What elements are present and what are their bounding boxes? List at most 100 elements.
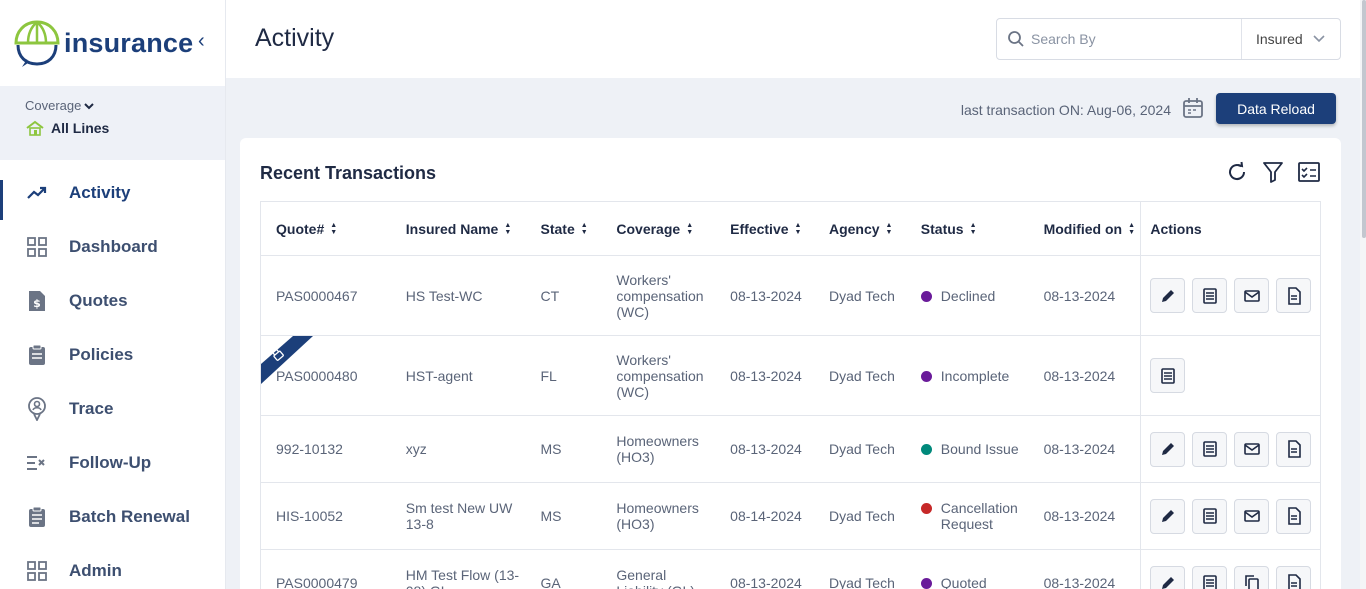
quote-number[interactable]: HIS-10052 xyxy=(261,483,391,549)
document-button[interactable] xyxy=(1276,498,1312,534)
sort-icon[interactable]: ▲ ▼ xyxy=(686,222,693,236)
status: Bound Issue xyxy=(906,416,1029,482)
refresh-icon[interactable] xyxy=(1225,160,1249,184)
sidebar-item-batch-renewal[interactable]: Batch Renewal xyxy=(0,490,225,544)
details-button[interactable] xyxy=(1192,565,1228,589)
coverage-value: All Lines xyxy=(25,120,225,136)
mail-icon xyxy=(1244,510,1260,522)
sidebar-item-admin[interactable]: Admin xyxy=(0,544,225,589)
table-header-row: Quote# ▲ ▼ Insured Name ▲ ▼ State ▲ ▼ Coverage… xyxy=(261,202,1320,256)
agency: Dyad Tech xyxy=(828,508,895,524)
sidebar-item-quotes[interactable]: $ Quotes xyxy=(0,274,225,328)
logo[interactable]: insurance xyxy=(0,0,225,86)
data-reload-button[interactable]: Data Reload xyxy=(1216,93,1336,124)
quote-number[interactable]: PAS0000467 xyxy=(261,256,391,335)
column-header-status[interactable]: Status ▲ ▼ xyxy=(906,202,1029,255)
sidebar-item-trace[interactable]: Trace xyxy=(0,382,225,436)
quote-number[interactable]: PAS0000479 xyxy=(261,550,391,589)
list-icon xyxy=(1203,508,1217,524)
details-button[interactable] xyxy=(1192,431,1228,467)
status-dot xyxy=(920,444,932,455)
status-text: Bound Issue xyxy=(940,441,1019,457)
search-input[interactable] xyxy=(1031,31,1231,47)
quote-number[interactable]: 992-10132 xyxy=(261,416,391,482)
state: CT xyxy=(540,287,560,304)
table-row[interactable]: 992-10132 xyz MS Homeowners (HO3) 08-13-… xyxy=(261,416,1320,483)
details-button[interactable] xyxy=(1192,278,1228,313)
column-header-actions: Actions xyxy=(1140,202,1320,255)
table-row[interactable]: HIS-10052 Sm test New UW 13-8 MS Homeown… xyxy=(261,483,1320,550)
row-actions xyxy=(1140,336,1320,415)
column-header-coverage[interactable]: Coverage ▲ ▼ xyxy=(601,202,715,255)
sidebar-item-follow-up[interactable]: Follow-Up xyxy=(0,436,225,490)
row-actions xyxy=(1140,550,1320,589)
document-button[interactable] xyxy=(1276,278,1312,313)
column-select-icon[interactable] xyxy=(1297,160,1321,184)
calendar-icon[interactable] xyxy=(1182,97,1204,119)
sidebar-item-label: Admin xyxy=(69,561,122,580)
chevron-down-icon xyxy=(84,102,95,109)
page-scrollbar[interactable] xyxy=(1360,0,1366,589)
transactions-table: Quote# ▲ ▼ Insured Name ▲ ▼ State ▲ ▼ Coverage… xyxy=(260,201,1321,589)
table-row[interactable]: PAS0000480 HST-agent FL Workers' compens… xyxy=(261,336,1320,416)
email-button[interactable] xyxy=(1234,498,1270,534)
svg-text:$: $ xyxy=(33,297,41,310)
effective-date: 08-13-2024 xyxy=(730,287,802,304)
sort-icon[interactable]: ▲ ▼ xyxy=(970,222,977,236)
card-toolbar xyxy=(1225,160,1321,184)
sidebar-item-policies[interactable]: Policies xyxy=(0,328,225,382)
document-icon xyxy=(1288,440,1301,458)
sidebar: insurance ‹ Coverage All Lines Activity xyxy=(0,0,226,589)
pencil-icon xyxy=(1161,510,1174,522)
checklist-icon xyxy=(26,452,48,474)
sort-icon[interactable]: ▲ ▼ xyxy=(886,222,893,236)
pencil-icon xyxy=(1161,289,1174,302)
collapse-sidebar-icon[interactable]: ‹ xyxy=(198,30,205,53)
table-row[interactable]: PAS0000467 HS Test-WC CT Workers' compen… xyxy=(261,256,1320,336)
edit-button[interactable] xyxy=(1150,498,1186,534)
document-button[interactable] xyxy=(1276,565,1312,589)
document-button[interactable] xyxy=(1276,431,1312,467)
coverage-selector[interactable]: Coverage All Lines xyxy=(0,86,225,160)
sidebar-item-dashboard[interactable]: Dashboard xyxy=(0,220,225,274)
column-header-agency[interactable]: Agency ▲ ▼ xyxy=(814,202,906,255)
filter-icon[interactable] xyxy=(1261,160,1285,184)
modified-date: 08-13-2024 xyxy=(1043,508,1116,524)
column-header-insured-name[interactable]: Insured Name ▲ ▼ xyxy=(391,202,526,255)
sort-icon[interactable]: ▲ ▼ xyxy=(795,222,802,236)
sort-icon[interactable]: ▲ ▼ xyxy=(581,222,588,236)
status: Quoted xyxy=(906,550,1029,589)
sidebar-item-label: Dashboard xyxy=(69,237,158,256)
sidebar-nav: Activity Dashboard $ Quotes Policies Tra… xyxy=(0,166,225,589)
status-text: Quoted xyxy=(940,575,987,589)
sidebar-item-label: Follow-Up xyxy=(69,453,152,472)
list-icon xyxy=(1203,575,1217,589)
sidebar-item-label: Quotes xyxy=(69,291,128,310)
edit-button[interactable] xyxy=(1150,278,1186,313)
sort-icon[interactable]: ▲ ▼ xyxy=(1128,222,1135,236)
email-button[interactable] xyxy=(1234,278,1270,313)
edit-button[interactable] xyxy=(1150,431,1186,467)
coverage-label: Coverage xyxy=(25,98,225,113)
column-header-modified-on[interactable]: Modified on ▲ ▼ xyxy=(1029,202,1141,255)
row-actions xyxy=(1140,256,1320,335)
column-header-effective[interactable]: Effective ▲ ▼ xyxy=(715,202,814,255)
edit-button[interactable] xyxy=(1150,565,1186,589)
agency: Dyad Tech xyxy=(828,367,895,384)
sidebar-item-activity[interactable]: Activity xyxy=(0,166,225,220)
column-header-quote[interactable]: Quote# ▲ ▼ xyxy=(261,202,391,255)
sort-icon[interactable]: ▲ ▼ xyxy=(504,222,511,236)
email-button[interactable] xyxy=(1234,431,1270,467)
dollar-doc-icon: $ xyxy=(26,290,48,312)
search-by-select[interactable]: Insured xyxy=(1241,19,1341,59)
sort-icon[interactable]: ▲ ▼ xyxy=(330,222,337,236)
table-row[interactable]: PAS0000479 HM Test Flow (13-08) GL GA Ge… xyxy=(261,550,1320,589)
effective-date: 08-13-2024 xyxy=(730,367,802,384)
details-button[interactable] xyxy=(1192,498,1228,534)
details-button[interactable] xyxy=(1150,358,1186,393)
coverage: Homeowners (HO3) xyxy=(616,500,699,532)
column-header-state[interactable]: State ▲ ▼ xyxy=(526,202,602,255)
copy-button[interactable] xyxy=(1234,565,1270,589)
coverage: General Liability (GL) xyxy=(616,567,695,589)
scrollbar-thumb[interactable] xyxy=(1362,0,1366,238)
